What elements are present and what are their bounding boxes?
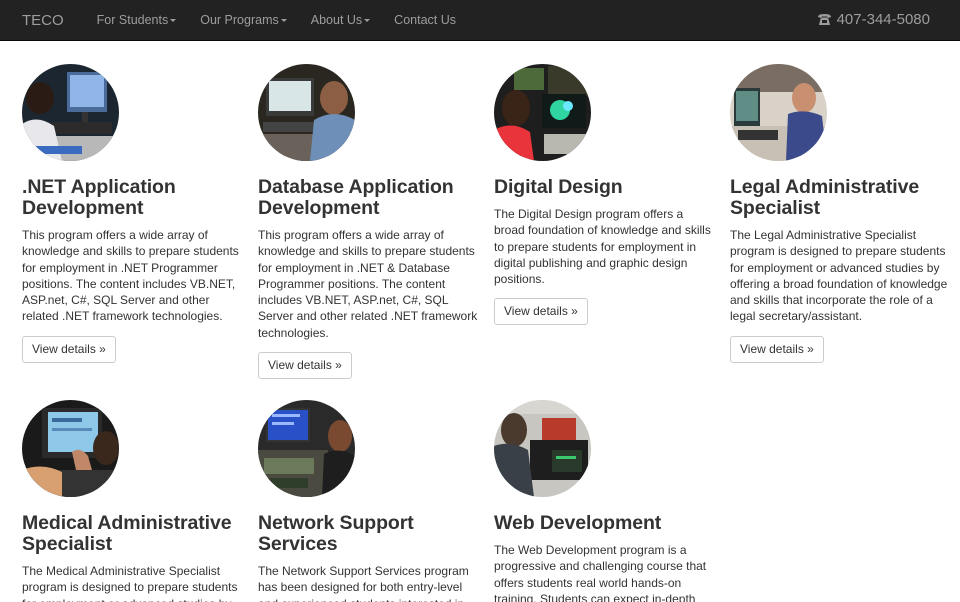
program-title: Digital Design	[494, 176, 623, 198]
nav-our-programs[interactable]: Our Programs	[200, 13, 287, 27]
nav-about-us-label: About Us	[310, 13, 363, 27]
phone-number: 407-344-5080	[836, 11, 930, 28]
nav-contact-us-label: Contact Us	[394, 13, 457, 27]
nav-for-students-label: For Students	[96, 13, 169, 27]
program-description: The Digital Design program offers a broa…	[494, 207, 711, 287]
program-title: Legal Administrative Specialist	[730, 176, 920, 219]
program-card-digital-design: Digital Design The Digital Design progra…	[494, 64, 714, 326]
view-details-button[interactable]: View details »	[730, 335, 824, 363]
program-image[interactable]	[494, 64, 591, 161]
program-description: The Network Support Services program has…	[258, 564, 469, 602]
program-image[interactable]	[494, 400, 591, 497]
program-image[interactable]	[258, 64, 355, 161]
brand-logo-link[interactable]: TECO	[22, 12, 64, 29]
view-details-button[interactable]: View details »	[494, 298, 588, 326]
program-title: Database Application Development	[258, 176, 454, 219]
program-description: The Medical Administrative Specialist pr…	[22, 564, 238, 602]
program-card-database: Database Application Development This pr…	[258, 64, 478, 380]
phone-icon	[817, 14, 831, 25]
program-description: This program offers a wide array of know…	[22, 228, 239, 324]
program-image[interactable]	[22, 64, 119, 161]
program-description: This program offers a wide array of know…	[258, 228, 478, 340]
program-card-web: Web Development The Web Development prog…	[494, 400, 714, 602]
view-details-button[interactable]: View details »	[258, 352, 352, 380]
program-card-network: Network Support Services The Network Sup…	[258, 400, 478, 602]
caret-down-icon	[364, 19, 371, 22]
program-image[interactable]	[22, 400, 119, 497]
nav-our-programs-label: Our Programs	[200, 13, 279, 27]
nav-about-us[interactable]: About Us	[310, 13, 371, 27]
program-description: The Legal Administrative Specialist prog…	[730, 228, 948, 324]
program-card-legal: Legal Administrative Specialist The Lega…	[730, 64, 950, 363]
phone-link[interactable]: 407-344-5080	[817, 11, 930, 28]
nav-for-students[interactable]: For Students	[97, 13, 177, 27]
program-image[interactable]	[730, 64, 827, 161]
program-card-medical: Medical Administrative Specialist The Me…	[22, 400, 242, 602]
program-title: Web Development	[494, 512, 662, 534]
program-card-net: .NET Application Development This progra…	[22, 64, 242, 363]
top-navbar: TECO For Students Our Programs About Us …	[0, 0, 960, 41]
caret-down-icon	[170, 19, 177, 22]
nav-contact-us[interactable]: Contact Us	[394, 13, 456, 27]
program-image[interactable]	[258, 400, 355, 497]
program-title: Medical Administrative Specialist	[22, 512, 232, 555]
program-description: The Web Development program is a progres…	[494, 543, 707, 602]
view-details-button[interactable]: View details »	[22, 335, 116, 363]
program-title: .NET Application Development	[22, 176, 176, 219]
program-title: Network Support Services	[258, 512, 414, 555]
caret-down-icon	[280, 19, 287, 22]
